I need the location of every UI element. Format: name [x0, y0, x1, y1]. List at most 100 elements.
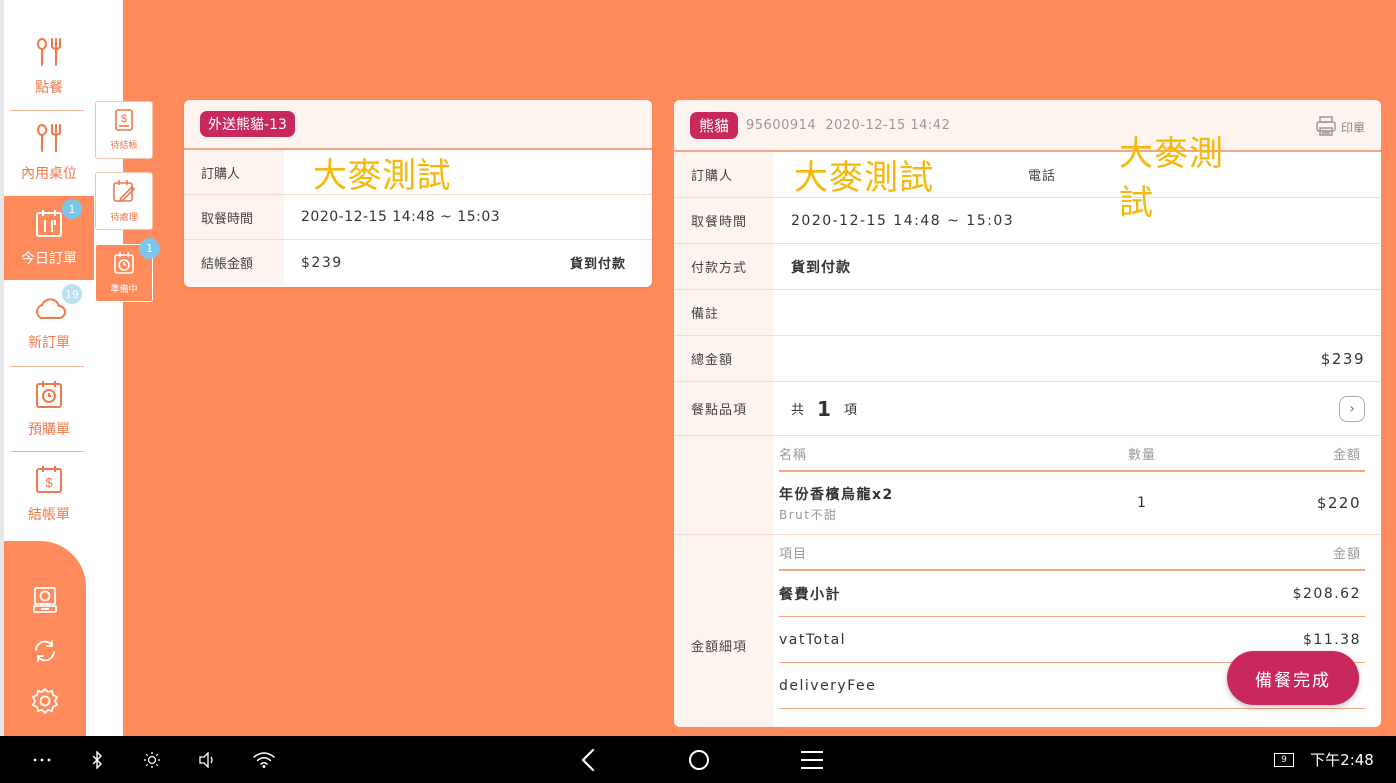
row-label: 付款方式 — [674, 244, 774, 289]
breakdown-amount: $208.62 — [1292, 585, 1361, 602]
row-label-empty — [674, 436, 774, 534]
print-label: 印單 — [1340, 121, 1365, 135]
order-detail-panel: 熊貓 95600914 2020-12-15 14:42 印單 訂購人 大麥測試… — [674, 100, 1381, 727]
calendar-edit-icon — [112, 179, 136, 206]
bluetooth-icon[interactable] — [86, 736, 108, 783]
sub-item-pending-checkout[interactable]: $ 待結帳 — [95, 101, 153, 159]
breakdown-item: 餐費小計 — [779, 586, 841, 603]
pickup-time: 2020-12-15 14:48 ~ 15:03 — [301, 209, 501, 225]
sub-item-label: 待處理 — [110, 213, 138, 223]
calendar-clock-icon — [35, 379, 63, 413]
calendar-clock-icon — [113, 251, 135, 278]
buyer-value-wrap: 大麥測試 電話 大麥測試 — [774, 134, 1381, 223]
row-label: 總金額 — [674, 336, 774, 381]
brightness-icon[interactable] — [141, 736, 163, 783]
order-pickup-row: 取餐時間 2020-12-15 14:48 ~ 15:03 — [184, 195, 652, 240]
row-label: 取餐時間 — [184, 195, 284, 239]
item-name: 年份香檳烏龍x2 — [779, 486, 894, 503]
fork-knife-icon — [36, 37, 62, 71]
home-icon[interactable] — [686, 736, 712, 783]
notification-count: 9 — [1274, 752, 1294, 767]
breakdown-item: vatTotal — [779, 631, 847, 648]
order-number: 95600914 — [746, 117, 817, 133]
sub-item-pending[interactable]: 待處理 — [95, 172, 153, 230]
breakdown-header: 項目 金額 — [779, 535, 1365, 571]
printer-icon — [1315, 115, 1337, 140]
item-amount: $220 — [1316, 494, 1361, 512]
sub-item-label: 準備中 — [110, 285, 138, 295]
sidebar-item-label: 今日訂單 — [21, 251, 77, 267]
buyer-row: 訂購人 大麥測試 電話 大麥測試 — [674, 134, 1381, 223]
chevron-right-icon: › — [1349, 401, 1355, 417]
col-amount-header: 金額 — [1332, 447, 1361, 463]
row-label: 取餐時間 — [674, 198, 774, 243]
buyer-value-wrap: 大麥測試 — [284, 155, 471, 196]
svg-text:$: $ — [45, 475, 53, 490]
divider — [10, 110, 84, 111]
clock: 下午2:48 — [1310, 751, 1374, 769]
col-item-header: 項目 — [779, 546, 808, 562]
items-count-wrap: 共 1 項 — [774, 382, 1381, 435]
sidebar-item-preorders[interactable]: 預購單 — [4, 372, 94, 446]
row-label: 備註 — [674, 290, 774, 335]
row-label: 訂購人 — [184, 150, 284, 194]
item-option: Brut不甜 — [779, 507, 838, 522]
item-name-wrap: 年份香檳烏龍x2 Brut不甜 — [779, 484, 894, 523]
row-label: 訂購人 — [674, 152, 774, 197]
note-value — [774, 290, 1381, 335]
items-count: 1 — [817, 396, 832, 421]
svg-text:$: $ — [121, 113, 127, 125]
back-icon[interactable] — [576, 736, 600, 783]
receipt-dollar-icon: $ — [115, 109, 133, 134]
menu-icon[interactable] — [798, 736, 826, 783]
sidebar-item-dine-in[interactable]: 內用桌位 — [4, 116, 94, 190]
volume-icon[interactable] — [197, 736, 219, 783]
divider — [10, 366, 84, 367]
calendar-dollar-icon: $ — [35, 464, 63, 498]
cloud-icon — [32, 296, 66, 326]
notification-icon[interactable]: 9 — [1272, 736, 1296, 783]
table-row[interactable]: 年份香檳烏龍x2 Brut不甜 1 $220 — [779, 472, 1365, 534]
meal-ready-button[interactable]: 備餐完成 — [1227, 651, 1359, 705]
note-row: 備註 — [674, 290, 1381, 336]
total-row: 總金額 $239 — [674, 336, 1381, 382]
expand-items-button[interactable]: › — [1339, 396, 1365, 422]
sidebar-item-checkout[interactable]: $ 結帳單 — [4, 457, 94, 531]
phone-value: 大麥測試 — [1099, 134, 1270, 223]
row-label: 金額細項 — [674, 535, 774, 727]
detail-header: 熊貓 95600914 2020-12-15 14:42 印單 — [674, 100, 1381, 152]
sidebar-item-label: 預購單 — [28, 422, 70, 438]
buyer-name: 大麥測試 — [293, 155, 471, 196]
items-prefix: 共 — [791, 403, 806, 418]
buyer-name: 大麥測試 — [774, 157, 964, 198]
sidebar-item-order[interactable]: 點餐 — [4, 30, 94, 104]
preparing-badge: 1 — [139, 238, 160, 259]
sidebar-item-label: 內用桌位 — [21, 166, 77, 182]
breakdown-line: 餐費小計 $208.62 — [779, 571, 1365, 617]
print-button[interactable]: 印單 — [1315, 115, 1365, 140]
wifi-icon[interactable] — [251, 736, 277, 783]
sidebar-item-label: 結帳單 — [28, 507, 70, 523]
row-label: 結帳金額 — [184, 240, 284, 285]
order-buyer-row: 訂購人 大麥測試 — [184, 150, 652, 196]
more-icon[interactable] — [28, 736, 56, 783]
payment-row: 付款方式 貨到付款 — [674, 244, 1381, 290]
settings-icon[interactable] — [30, 686, 60, 716]
tools-panel — [4, 541, 86, 736]
today-orders-badge: 1 — [62, 199, 82, 219]
row-label: 餐點品項 — [674, 382, 774, 435]
items-table-row: 名稱 數量 金額 年份香檳烏龍x2 Brut不甜 1 $220 — [674, 436, 1381, 535]
cash-drawer-icon[interactable] — [30, 585, 60, 615]
checkout-amount: $239 — [301, 254, 343, 271]
divider — [10, 451, 84, 452]
items-count-row: 餐點品項 共 1 項 › — [674, 382, 1381, 436]
col-amount-header: 金額 — [1332, 546, 1361, 562]
items-table: 名稱 數量 金額 年份香檳烏龍x2 Brut不甜 1 $220 — [774, 436, 1381, 534]
items-suffix: 項 — [843, 403, 858, 418]
sync-icon[interactable] — [30, 636, 60, 666]
col-name-header: 名稱 — [779, 447, 808, 463]
order-card[interactable]: 外送熊貓-13 訂購人 大麥測試 取餐時間 2020-12-15 14:48 ~… — [184, 100, 652, 287]
calendar-utensils-icon — [35, 208, 63, 242]
sidebar: 點餐 內用桌位 今日訂單 1 新訂單 19 預購單 $ 結帳單 $ 待結帳 待處… — [0, 0, 160, 736]
items-table-header: 名稱 數量 金額 — [779, 436, 1365, 472]
